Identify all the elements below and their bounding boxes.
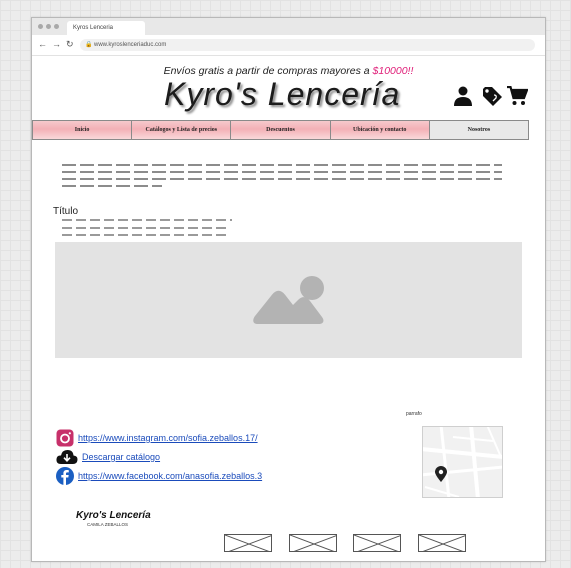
image-placeholder-thumb	[353, 534, 401, 552]
facebook-icon[interactable]	[56, 467, 74, 485]
browser-tab[interactable]: Kyros Lenceria	[67, 21, 145, 35]
menu-item-catalogos[interactable]: Catálogos y Lista de precios	[132, 121, 232, 139]
instagram-icon[interactable]	[56, 429, 74, 447]
instagram-link[interactable]: https://www.instagram.com/sofia.zeballos…	[78, 433, 258, 443]
forward-icon[interactable]: →	[52, 38, 61, 50]
section-title: Título	[53, 206, 79, 217]
url-text: www.kyroslenceriaduc.com	[94, 42, 167, 48]
instagram-link-row: https://www.instagram.com/sofia.zeballos…	[56, 429, 258, 447]
menu-item-inicio[interactable]: Inicio	[33, 121, 133, 139]
window-maximize-dot[interactable]	[54, 24, 59, 29]
placeholder-text-line	[62, 171, 502, 173]
image-placeholder-thumb	[289, 534, 337, 552]
footer-logo-subtitle: CAMILA ZEBALLOS	[87, 522, 129, 527]
placeholder-text-line	[62, 185, 162, 187]
download-link-row: Descargar catálogo	[56, 448, 160, 466]
map-label: parrafo	[406, 411, 422, 417]
window-minimize-dot[interactable]	[46, 24, 51, 29]
cart-icon[interactable]	[507, 86, 528, 106]
image-placeholder-thumb	[224, 534, 272, 552]
cloud-download-icon[interactable]	[56, 448, 78, 466]
facebook-link[interactable]: https://www.facebook.com/anasofia.zeball…	[78, 471, 262, 481]
facebook-link-row: https://www.facebook.com/anasofia.zeball…	[56, 467, 262, 485]
placeholder-text-line	[62, 227, 226, 229]
window-close-dot[interactable]	[38, 24, 43, 29]
footer-logo: Kyro's Lencería	[76, 510, 151, 521]
placeholder-text-line	[62, 234, 226, 236]
menu-item-descuentos[interactable]: Descuentos	[231, 121, 331, 139]
main-menu: Inicio Catálogos y Lista de precios Desc…	[32, 120, 529, 140]
image-placeholder-icon	[253, 276, 324, 324]
image-placeholder-thumb	[418, 534, 466, 552]
site-logo[interactable]: Kyro's Lencería	[164, 76, 400, 113]
map-pin-icon	[435, 466, 447, 482]
location-map[interactable]	[422, 426, 503, 498]
back-icon[interactable]: ←	[38, 38, 47, 50]
reload-icon[interactable]: ↻	[66, 38, 74, 50]
placeholder-text-line	[62, 164, 502, 166]
menu-item-nosotros[interactable]: Nosotros	[429, 121, 529, 139]
url-bar[interactable]: 🔒 www.kyroslenceriaduc.com	[80, 39, 535, 51]
placeholder-text-line	[62, 178, 502, 180]
menu-item-ubicacion[interactable]: Ubicación y contacto	[330, 121, 430, 139]
title-bar: Kyros Lenceria	[32, 18, 545, 35]
placeholder-text-line	[62, 219, 232, 221]
user-icon[interactable]	[453, 86, 473, 106]
browser-toolbar: ← → ↻ 🔒 www.kyroslenceriaduc.com	[32, 35, 545, 56]
lock-icon: 🔒	[85, 42, 93, 48]
hero-image-placeholder	[55, 242, 522, 358]
download-catalog-link[interactable]: Descargar catálogo	[82, 452, 160, 462]
tag-icon[interactable]	[482, 86, 503, 107]
browser-window: Kyros Lenceria ← → ↻ 🔒 www.kyroslenceria…	[31, 17, 546, 562]
tab-title: Kyros Lenceria	[73, 25, 114, 31]
